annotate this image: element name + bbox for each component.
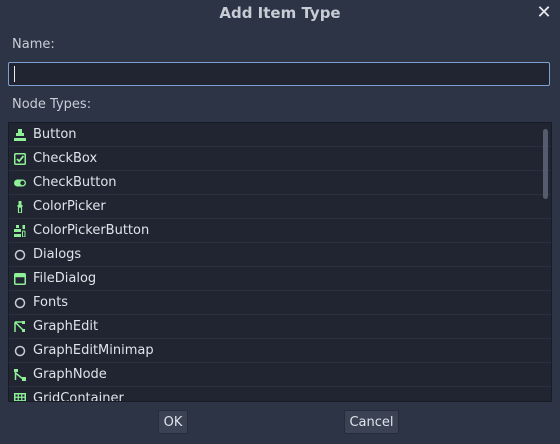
- grid-container-node-icon: [14, 393, 26, 401]
- list-item-label: Button: [33, 127, 77, 142]
- list-item-graphnode[interactable]: GraphNode: [9, 363, 551, 387]
- list-item-label: ColorPickerButton: [33, 223, 150, 238]
- cancel-button[interactable]: Cancel: [344, 410, 399, 434]
- list-item-label: ColorPicker: [33, 199, 106, 214]
- list-item-button[interactable]: Button: [9, 123, 551, 147]
- button-node-icon: [14, 129, 26, 141]
- list-item-gridcontainer[interactable]: GridContainer: [9, 387, 551, 402]
- color-picker-button-node-icon: [14, 225, 26, 237]
- list-item-label: CheckButton: [33, 175, 117, 190]
- list-item-graphedit[interactable]: GraphEdit: [9, 315, 551, 339]
- scrollbar-thumb[interactable]: [543, 129, 548, 199]
- node-types-list[interactable]: Button CheckBox CheckButton ColorPicker: [8, 122, 552, 402]
- circle-icon: [14, 297, 26, 309]
- list-item-checkbox[interactable]: CheckBox: [9, 147, 551, 171]
- list-item-label: GraphNode: [33, 367, 107, 382]
- graph-edit-node-icon: [14, 321, 25, 332]
- dialog-title: Add Item Type: [219, 4, 341, 22]
- list-item-label: CheckBox: [33, 151, 98, 166]
- dialog-titlebar: Add Item Type: [0, 0, 560, 28]
- name-label: Name:: [12, 37, 55, 52]
- ok-button[interactable]: OK: [158, 410, 188, 434]
- list-item-label: FileDialog: [33, 271, 97, 286]
- list-item-grapheditminimap[interactable]: GraphEditMinimap: [9, 339, 551, 363]
- graph-node-node-icon: [14, 369, 26, 381]
- name-input[interactable]: [8, 62, 550, 86]
- checkbox-node-icon: [14, 153, 26, 165]
- file-dialog-node-icon: [14, 273, 26, 285]
- color-picker-node-icon: [17, 201, 23, 213]
- list-item-label: GraphEditMinimap: [33, 343, 154, 358]
- list-item-filedialog[interactable]: FileDialog: [9, 267, 551, 291]
- list-item-dialogs[interactable]: Dialogs: [9, 243, 551, 267]
- node-types-label: Node Types:: [12, 97, 92, 112]
- check-button-node-icon: [14, 179, 26, 187]
- list-item-checkbutton[interactable]: CheckButton: [9, 171, 551, 195]
- list-item-label: Fonts: [33, 295, 69, 310]
- list-item-colorpicker[interactable]: ColorPicker: [9, 195, 551, 219]
- list-item-label: GraphEdit: [33, 319, 99, 334]
- scrollbar[interactable]: [543, 129, 548, 395]
- list-item-label: GridContainer: [33, 391, 124, 402]
- circle-icon: [14, 345, 26, 357]
- list-item-colorpickerbutton[interactable]: ColorPickerButton: [9, 219, 551, 243]
- text-caret: [14, 66, 15, 82]
- list-item-fonts[interactable]: Fonts: [9, 291, 551, 315]
- circle-icon: [14, 249, 26, 261]
- list-item-label: Dialogs: [33, 247, 82, 262]
- close-icon[interactable]: ✕: [534, 3, 554, 23]
